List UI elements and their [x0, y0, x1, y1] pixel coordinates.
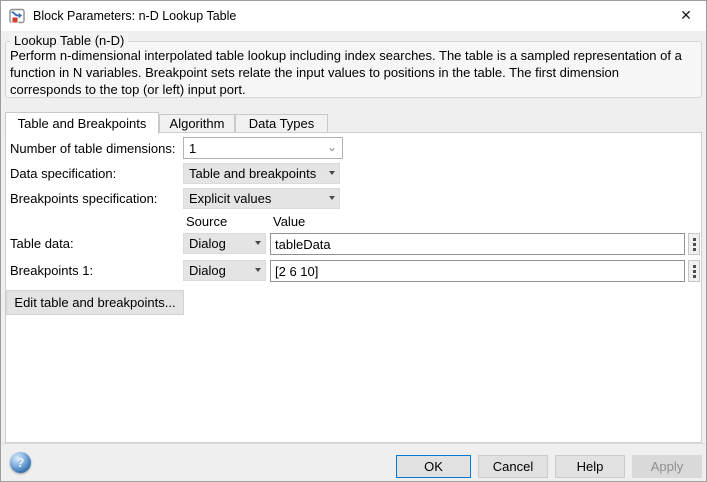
- table-data-label: Table data:: [10, 236, 74, 251]
- dropdown-arrow-icon: [329, 196, 335, 200]
- value-column-header: Value: [273, 214, 305, 229]
- breakpoints-1-actions-button[interactable]: [688, 260, 700, 282]
- help-orb-icon[interactable]: ?: [10, 452, 31, 473]
- window-title: Block Parameters: n-D Lookup Table: [33, 9, 236, 23]
- breakpoints-spec-label: Breakpoints specification:: [10, 191, 157, 206]
- breakpoints-spec-dropdown[interactable]: Explicit values: [183, 188, 340, 209]
- close-button[interactable]: ✕: [666, 1, 706, 30]
- dialog-buttons: OK Cancel Help Apply: [396, 455, 702, 478]
- dropdown-arrow-icon: [329, 171, 335, 175]
- table-data-source-dropdown[interactable]: Dialog: [183, 233, 266, 254]
- simulink-block-icon: [9, 8, 26, 25]
- data-spec-dropdown[interactable]: Table and breakpoints: [183, 163, 340, 184]
- ok-button[interactable]: OK: [396, 455, 471, 478]
- block-parameters-dialog: Block Parameters: n-D Lookup Table ✕ Loo…: [0, 0, 707, 482]
- data-spec-value: Table and breakpoints: [189, 166, 316, 181]
- footer-bar: ? OK Cancel Help Apply: [2, 443, 705, 480]
- dropdown-arrow-icon: [255, 268, 261, 272]
- dims-combobox[interactable]: 1 ⌄: [183, 137, 343, 159]
- apply-button: Apply: [632, 455, 702, 478]
- dims-label: Number of table dimensions:: [10, 141, 175, 156]
- source-column-header: Source: [186, 214, 227, 229]
- edit-table-breakpoints-button[interactable]: Edit table and breakpoints...: [6, 290, 184, 315]
- block-description: Perform n-dimensional interpolated table…: [10, 47, 693, 98]
- cancel-button[interactable]: Cancel: [478, 455, 548, 478]
- dropdown-arrow-icon: [255, 241, 261, 245]
- tab-table-and-breakpoints[interactable]: Table and Breakpoints: [5, 112, 159, 134]
- help-button[interactable]: Help: [555, 455, 625, 478]
- breakpoints-1-source-dropdown[interactable]: Dialog: [183, 260, 266, 281]
- breakpoints-1-label: Breakpoints 1:: [10, 263, 93, 278]
- table-data-source-value: Dialog: [189, 236, 226, 251]
- breakpoints-1-source-value: Dialog: [189, 263, 226, 278]
- description-groupbox: Lookup Table (n-D) Perform n-dimensional…: [5, 41, 702, 98]
- tab-algorithm[interactable]: Algorithm: [159, 114, 235, 133]
- breakpoints-1-input[interactable]: [270, 260, 685, 282]
- breakpoints-spec-value: Explicit values: [189, 191, 271, 206]
- dims-value: 1: [189, 141, 196, 156]
- data-spec-label: Data specification:: [10, 166, 116, 181]
- tab-data-types[interactable]: Data Types: [235, 114, 328, 133]
- groupbox-title: Lookup Table (n-D): [10, 33, 128, 48]
- chevron-down-icon: ⌄: [327, 140, 337, 154]
- table-data-actions-button[interactable]: [688, 233, 700, 255]
- table-data-input[interactable]: [270, 233, 685, 255]
- tab-panel: Number of table dimensions: 1 ⌄ Data spe…: [5, 132, 702, 443]
- title-bar: Block Parameters: n-D Lookup Table ✕: [1, 1, 706, 31]
